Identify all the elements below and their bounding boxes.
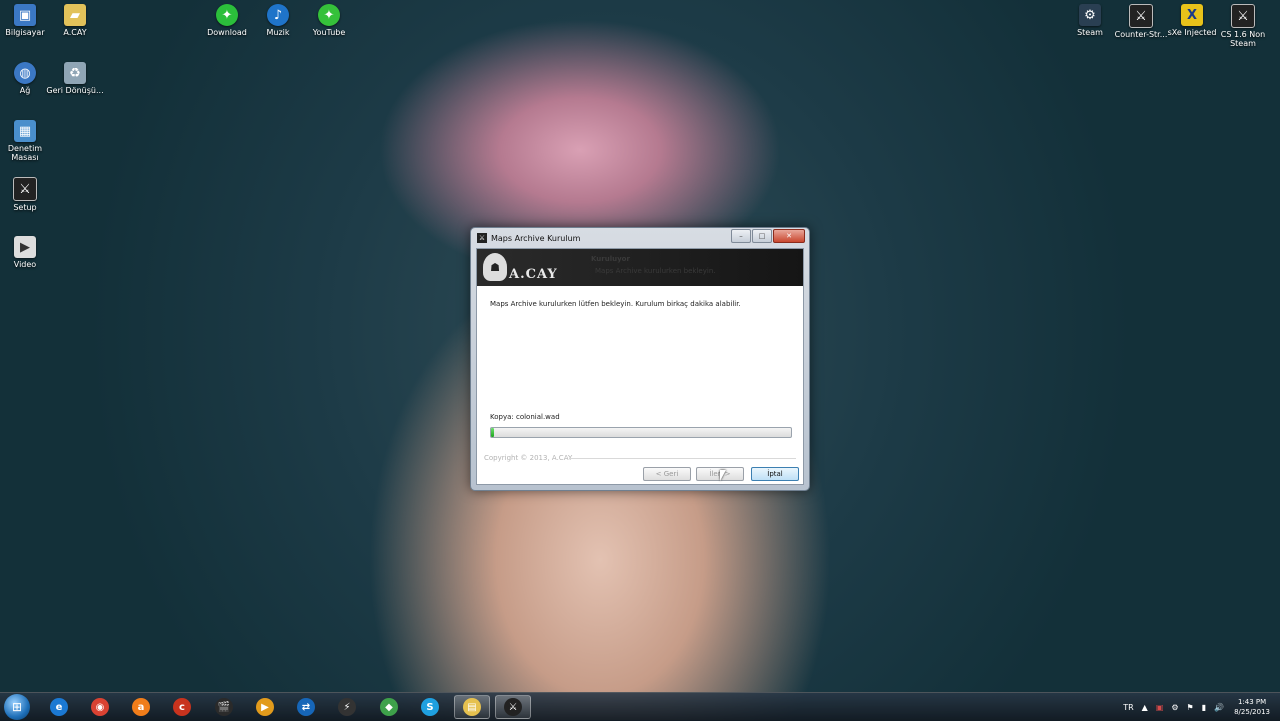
banner-subheading: Maps Archive kurulurken bekleyin. <box>595 267 716 275</box>
mouse-cursor-icon <box>720 470 726 481</box>
desktop-icon-label: Setup <box>13 203 37 212</box>
skype-icon: S <box>421 698 439 716</box>
dialog-body: ☗ A.CAY Kuruluyor Maps Archive kurulurke… <box>476 248 804 485</box>
desktop-icon-control-panel[interactable]: ▦ Denetim Masası <box>0 120 55 162</box>
avast-icon: a <box>132 698 150 716</box>
system-tray: TR ▲ ▣ ⚙ ⚑ ▮ 🔊 1:43 PM 8/25/2013 <box>1119 693 1280 721</box>
close-icon: ✕ <box>786 232 792 240</box>
music-player-icon: ♪ <box>267 4 289 26</box>
cs16-icon: ⚔ <box>1231 4 1255 28</box>
desktop-icon-acay[interactable]: ▰ A.CAY <box>45 4 105 37</box>
install-status: Kopya: colonial.wad <box>490 413 560 421</box>
taskbar-item-avast[interactable]: a <box>123 695 159 719</box>
desktop-icon-setup[interactable]: ⚔ Setup <box>0 177 55 212</box>
chrome-icon: ◉ <box>91 698 109 716</box>
taskbar-item-ccleaner[interactable]: c <box>164 695 200 719</box>
setup-icon: ⚔ <box>504 698 522 716</box>
desktop-icon-label: CS 1.6 Non Steam <box>1220 30 1266 48</box>
taskbar-item-internet-explorer[interactable]: e <box>41 695 77 719</box>
counter-strike-icon: ⚔ <box>1129 4 1153 28</box>
spartan-logo-icon: ☗ <box>483 253 507 281</box>
desktop-icon-youtube[interactable]: ✦ YouTube <box>299 4 359 37</box>
back-button[interactable]: < Geri <box>643 467 691 481</box>
install-message: Maps Archive kurulurken lütfen bekleyin.… <box>490 300 741 308</box>
taskbar: ⊞ e ◉ a c 🎬 ▶ ⇄ ⚡ ◆ S ▤ ⚔ TR ▲ ▣ ⚙ ⚑ ▮ 🔊 1:43 PM 8/… <box>0 692 1280 721</box>
banner-heading: Kuruluyor <box>591 255 630 263</box>
tray-app-icon[interactable]: ▣ <box>1156 703 1164 712</box>
app-icon: ⚔ <box>477 233 487 243</box>
clock-time: 1:43 PM <box>1237 698 1267 706</box>
taskbar-item-winamp[interactable]: ⚡ <box>329 695 365 719</box>
taskbar-item-media-player[interactable]: ▶ <box>247 695 283 719</box>
minimize-icon: – <box>739 232 743 240</box>
sxe-injected-icon: X <box>1181 4 1203 26</box>
taskbar-item-skype[interactable]: S <box>412 695 448 719</box>
maximize-icon: □ <box>758 232 766 240</box>
control-panel-icon: ▦ <box>14 120 36 142</box>
taskbar-item-explorer[interactable]: ▤ <box>454 695 490 719</box>
desktop-icon-label: A.CAY <box>63 28 87 37</box>
clock-date: 8/25/2013 <box>1234 708 1270 716</box>
window-controls: – □ ✕ <box>730 229 805 243</box>
brand-name: A.CAY <box>509 267 558 282</box>
dialog-titlebar[interactable]: ⚔ Maps Archive Kurulum – □ ✕ <box>471 228 809 248</box>
progress-fill <box>491 428 494 437</box>
dialog-banner: ☗ A.CAY Kuruluyor Maps Archive kurulurke… <box>477 249 803 286</box>
network-icon: ◍ <box>14 62 36 84</box>
winamp-icon: ⚡ <box>338 698 356 716</box>
tray-steam-icon[interactable]: ⚙ <box>1171 703 1178 712</box>
minimize-button[interactable]: – <box>731 229 751 243</box>
razer-youtube-icon: ✦ <box>318 4 340 26</box>
app-icon: ◆ <box>380 698 398 716</box>
copyright-text: Copyright © 2013, A.CAY <box>484 454 573 462</box>
desktop-icon-video[interactable]: ▶ Video <box>0 236 55 269</box>
desktop-icon-label: Geri Dönüşü... <box>46 86 104 95</box>
windows-logo-icon: ⊞ <box>11 700 23 714</box>
network-tray-icon[interactable]: ▮ <box>1202 703 1206 712</box>
explorer-icon: ▤ <box>463 698 481 716</box>
counter-strike-setup-icon: ⚔ <box>13 177 37 201</box>
taskbar-item-chrome[interactable]: ◉ <box>82 695 118 719</box>
internet-explorer-icon: e <box>50 698 68 716</box>
computer-icon: ▣ <box>14 4 36 26</box>
close-button[interactable]: ✕ <box>773 229 805 243</box>
desktop-icon-cs16[interactable]: ⚔ CS 1.6 Non Steam <box>1213 4 1273 48</box>
language-indicator[interactable]: TR <box>1123 703 1133 712</box>
desktop-icon-recycle-bin[interactable]: ♻ Geri Dönüşü... <box>45 62 105 95</box>
desktop-icon-label: YouTube <box>312 28 346 37</box>
divider <box>569 458 796 459</box>
media-player-icon: ▶ <box>256 698 274 716</box>
clock[interactable]: 1:43 PM 8/25/2013 <box>1234 697 1270 717</box>
taskbar-item-app[interactable]: ◆ <box>371 695 407 719</box>
folder-icon: ▰ <box>64 4 86 26</box>
tray-flag-icon[interactable]: ⚑ <box>1187 703 1194 712</box>
dialog-title: Maps Archive Kurulum <box>491 233 581 243</box>
progress-bar <box>490 427 792 438</box>
movie-maker-icon: 🎬 <box>215 698 233 716</box>
ccleaner-icon: c <box>173 698 191 716</box>
steam-icon: ⚙ <box>1079 4 1101 26</box>
teamviewer-icon: ⇄ <box>297 698 315 716</box>
installer-dialog: ⚔ Maps Archive Kurulum – □ ✕ ☗ A.CAY Kur… <box>470 227 810 491</box>
start-button[interactable]: ⊞ <box>4 694 30 720</box>
taskbar-item-movie-maker[interactable]: 🎬 <box>206 695 242 719</box>
volume-icon[interactable]: 🔊 <box>1214 703 1224 712</box>
maximize-button[interactable]: □ <box>752 229 772 243</box>
taskbar-item-teamviewer[interactable]: ⇄ <box>288 695 324 719</box>
desktop-icon-label: Video <box>13 260 37 269</box>
cancel-button[interactable]: İptal <box>751 467 799 481</box>
recycle-bin-icon: ♻ <box>64 62 86 84</box>
video-file-icon: ▶ <box>14 236 36 258</box>
taskbar-item-setup[interactable]: ⚔ <box>495 695 531 719</box>
desktop-icon-label: Denetim Masası <box>7 144 43 162</box>
show-hidden-icons-icon[interactable]: ▲ <box>1142 703 1148 712</box>
razer-download-icon: ✦ <box>216 4 238 26</box>
